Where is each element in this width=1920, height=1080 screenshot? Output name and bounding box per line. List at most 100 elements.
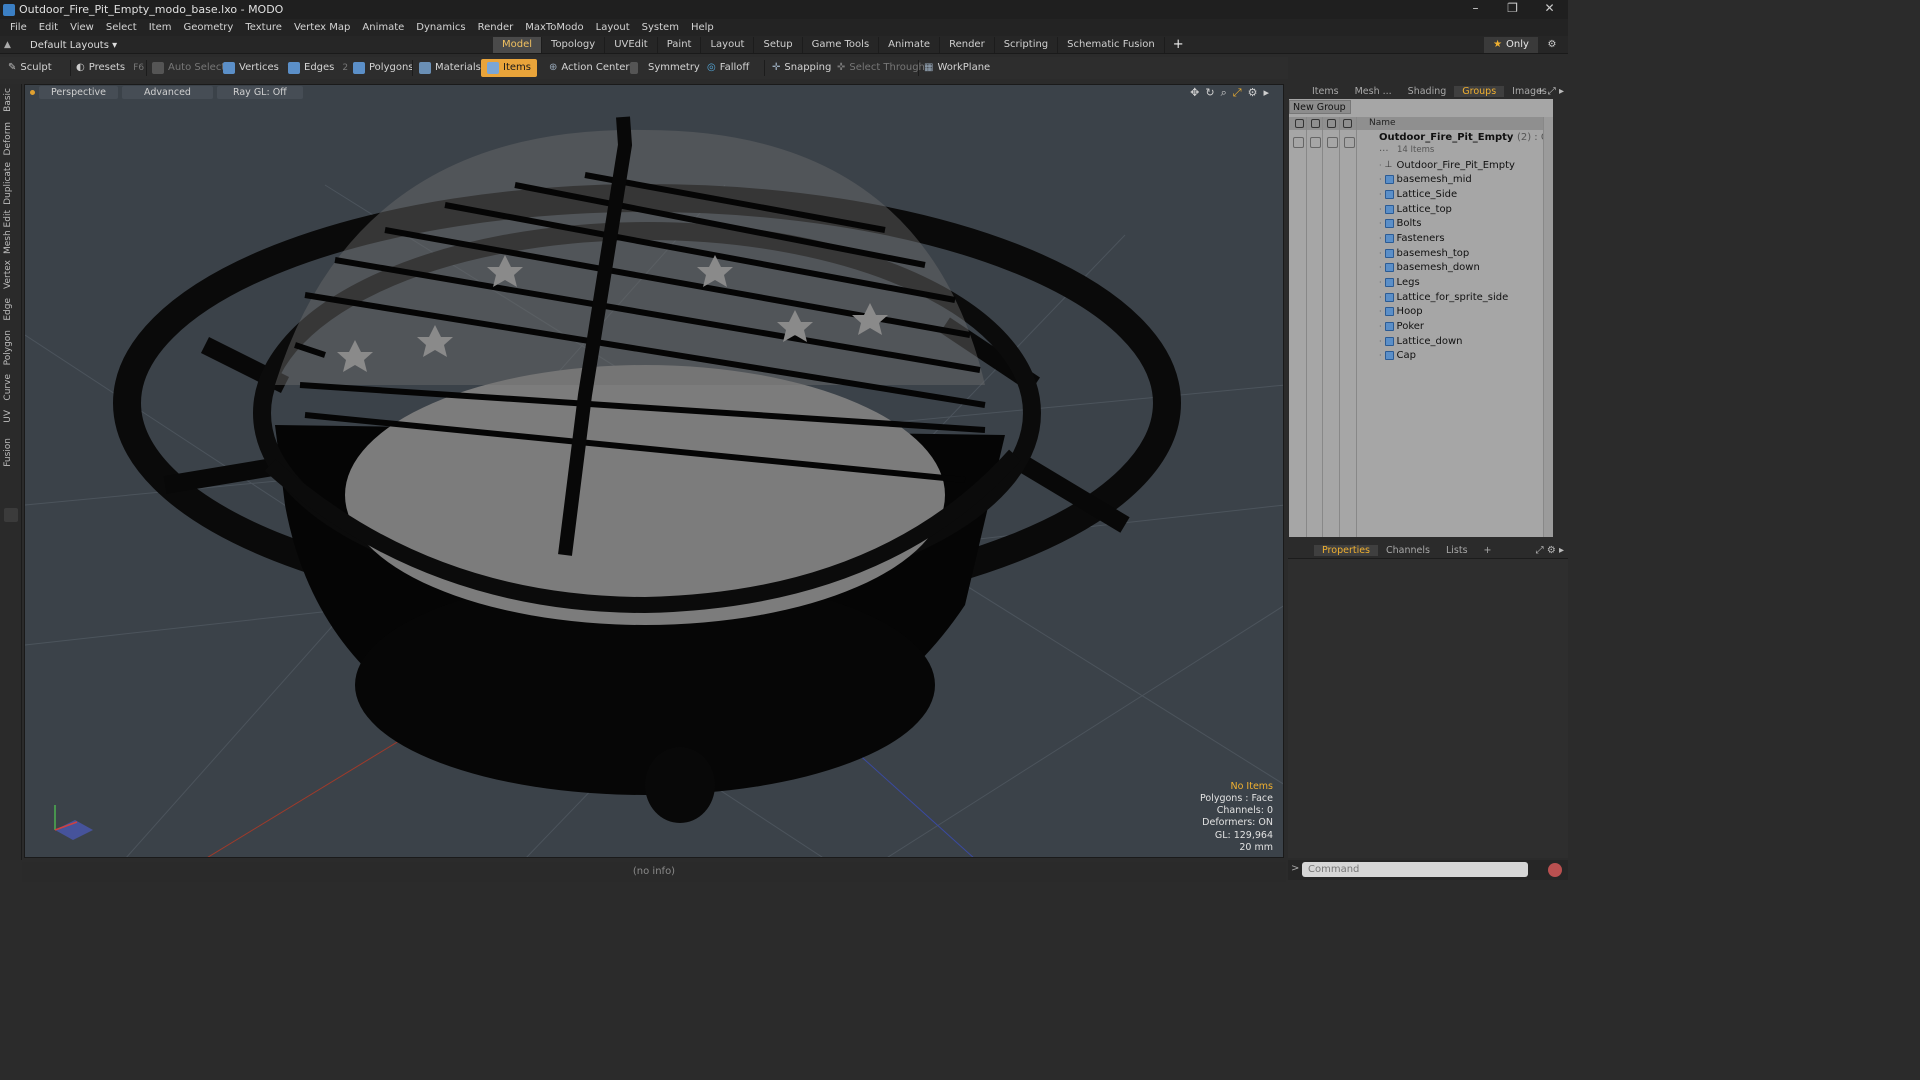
menu-vertex-map[interactable]: Vertex Map — [288, 22, 356, 33]
maximize-button[interactable]: ❐ — [1494, 0, 1531, 19]
minimize-button[interactable]: – — [1457, 0, 1494, 19]
list-item[interactable]: · Hoop — [1379, 304, 1423, 318]
presets-button[interactable]: ◐ Presets F6 — [76, 59, 144, 77]
items-button[interactable]: Items — [481, 59, 537, 77]
new-group-button[interactable]: New Group — [1289, 100, 1351, 114]
vtab-deform[interactable]: Deform — [3, 122, 19, 155]
menu-select[interactable]: Select — [100, 22, 143, 33]
shading-mode-button[interactable]: Advanced — [122, 86, 213, 99]
menu-dynamics[interactable]: Dynamics — [410, 22, 471, 33]
add-tab-button[interactable]: + — [1165, 37, 1192, 53]
vertices-button[interactable]: Vertices 1 — [223, 59, 293, 77]
menu-layout[interactable]: Layout — [590, 22, 636, 33]
render-toggle[interactable] — [1310, 137, 1321, 148]
vtab-polygon[interactable]: Polygon — [3, 330, 19, 365]
tab-render[interactable]: Render — [940, 37, 995, 53]
view-mode-button[interactable]: Perspective — [39, 86, 119, 99]
list-item[interactable]: · basemesh_down — [1379, 260, 1480, 274]
action-center-button[interactable]: ⊕ Action Center — [549, 59, 630, 77]
tab-paint[interactable]: Paint — [658, 37, 702, 53]
menu-render[interactable]: Render — [472, 22, 520, 33]
list-item[interactable]: · Lattice_down — [1379, 334, 1463, 348]
auto-select-button[interactable]: Auto Select — [152, 59, 225, 77]
raygl-button[interactable]: Ray GL: Off — [216, 86, 303, 99]
tab-game-tools[interactable]: Game Tools — [803, 37, 880, 53]
command-history-button[interactable] — [1548, 863, 1562, 877]
tab-setup[interactable]: Setup — [754, 37, 803, 53]
tab-uvedit[interactable]: UVEdit — [605, 37, 658, 53]
menu-geometry[interactable]: Geometry — [177, 22, 239, 33]
list-item[interactable]: · Poker — [1379, 319, 1424, 333]
visibility-toggle[interactable] — [1293, 137, 1304, 148]
tab-model[interactable]: Model — [493, 37, 543, 53]
list-item[interactable]: · Cap — [1379, 348, 1416, 362]
menu-help[interactable]: Help — [685, 22, 720, 33]
menu-item[interactable]: Item — [143, 22, 178, 33]
menu-edit[interactable]: Edit — [33, 22, 64, 33]
vtab-basic[interactable]: Basic — [3, 88, 19, 112]
expand-toolbox-button[interactable] — [4, 508, 18, 522]
gear-icon[interactable]: ⚙ — [1544, 37, 1560, 53]
3d-viewport[interactable]: Perspective Advanced Ray GL: Off ✥ ↻ ⌕ ⤢… — [24, 84, 1284, 858]
vtab-vertex[interactable]: Vertex — [3, 260, 19, 289]
tab-scripting[interactable]: Scripting — [995, 37, 1059, 53]
tab-layout[interactable]: Layout — [701, 37, 755, 53]
vtab-fusion[interactable]: Fusion — [3, 438, 19, 467]
snapping-button[interactable]: ✛ Snapping — [772, 59, 831, 77]
tab-properties[interactable]: Properties — [1314, 544, 1379, 556]
menu-file[interactable]: File — [4, 22, 33, 33]
list-item[interactable]: · Fasteners — [1379, 231, 1445, 245]
list-item[interactable]: · Legs — [1379, 275, 1420, 289]
menu-view[interactable]: View — [64, 22, 100, 33]
groups-scrollbar[interactable] — [1543, 117, 1553, 537]
tab-groups[interactable]: Groups — [1454, 85, 1505, 97]
vtab-mesh-edit[interactable]: Mesh Edit — [3, 210, 19, 254]
command-input[interactable]: Command — [1302, 862, 1528, 877]
list-item[interactable]: · basemesh_mid — [1379, 172, 1472, 186]
select-toggle[interactable] — [1344, 137, 1355, 148]
tab-lists[interactable]: Lists — [1438, 545, 1476, 556]
list-item[interactable]: · ⊥ Outdoor_Fire_Pit_Empty — [1379, 158, 1515, 172]
list-item[interactable]: · Lattice_top — [1379, 202, 1452, 216]
viewport-expand-icon[interactable]: ▸ — [1263, 86, 1269, 100]
list-item[interactable]: · Lattice_Side — [1379, 187, 1457, 201]
menu-animate[interactable]: Animate — [356, 22, 410, 33]
menu-system[interactable]: System — [636, 22, 685, 33]
tab-items[interactable]: Items — [1304, 86, 1347, 97]
falloff-button[interactable]: ◎ Falloff — [707, 59, 749, 77]
vtab-curve[interactable]: Curve — [3, 374, 19, 401]
rotate-icon[interactable]: ↻ — [1205, 86, 1214, 100]
vtab-edge[interactable]: Edge — [3, 298, 19, 321]
sculpt-button[interactable]: ✎ Sculpt — [8, 59, 52, 77]
viewport-menu-dot[interactable] — [30, 90, 35, 95]
tab-animate[interactable]: Animate — [879, 37, 941, 53]
vtab-duplicate[interactable]: Duplicate — [3, 162, 19, 205]
fit-icon[interactable]: ⤢ — [1233, 86, 1242, 100]
layout-selector[interactable]: ▲ Default Layouts ▾ — [4, 37, 117, 53]
tab-schematic-fusion[interactable]: Schematic Fusion — [1058, 37, 1165, 53]
tab-channels[interactable]: Channels — [1378, 545, 1438, 556]
lock-toggle[interactable] — [1327, 137, 1338, 148]
menu-texture[interactable]: Texture — [239, 22, 288, 33]
group-visibility-toggles[interactable] — [1293, 137, 1355, 148]
vtab-uv[interactable]: UV — [3, 410, 19, 423]
panel-settings-icon[interactable]: ⤢ ⚙ ▸ — [1536, 545, 1564, 556]
polygons-button[interactable]: Polygons — [353, 59, 414, 77]
list-item[interactable]: · Lattice_for_sprite_side — [1379, 290, 1508, 304]
tab-shading[interactable]: Shading — [1400, 86, 1455, 97]
materials-button[interactable]: Materials — [419, 59, 481, 77]
viewport-settings-icon[interactable]: ⚙ — [1248, 86, 1258, 100]
tab-topology[interactable]: Topology — [542, 37, 606, 53]
pan-icon[interactable]: ✥ — [1190, 86, 1199, 100]
panel-expand-icon[interactable]: + ⤢ ▸ — [1536, 86, 1564, 97]
edges-button[interactable]: Edges 2 — [288, 59, 348, 77]
add-panel-tab-button[interactable]: + — [1476, 545, 1500, 556]
list-item[interactable]: · Bolts — [1379, 216, 1421, 230]
list-item[interactable]: · basemesh_top — [1379, 246, 1469, 260]
zoom-icon[interactable]: ⌕ — [1221, 86, 1227, 100]
close-button[interactable]: ✕ — [1531, 0, 1568, 19]
only-button[interactable]: ★ Only — [1484, 37, 1538, 53]
select-through-button[interactable]: ✜ Select Through — [837, 59, 925, 77]
menu-maxtomodo[interactable]: MaxToModo — [519, 22, 589, 33]
symmetry-button[interactable]: Symmetry — [630, 59, 700, 77]
